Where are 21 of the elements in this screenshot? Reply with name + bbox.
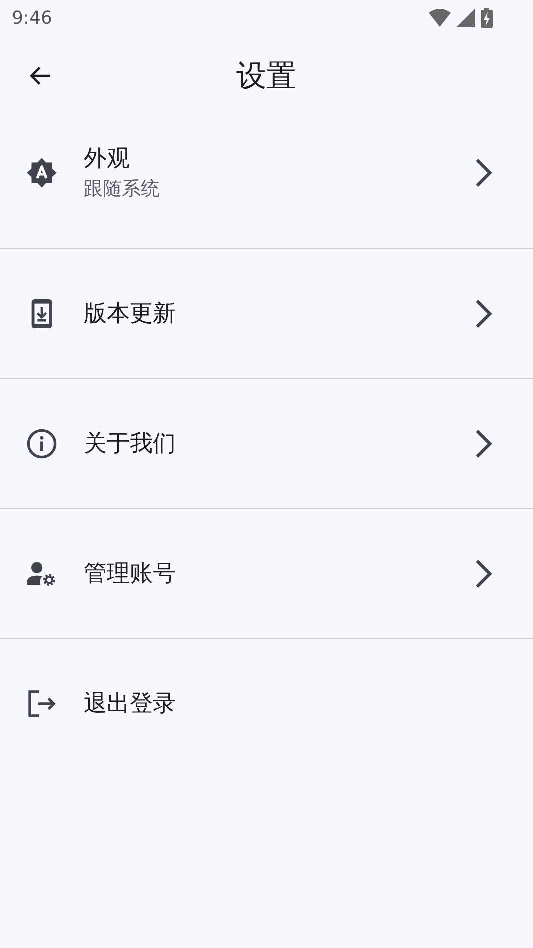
page-title: 设置	[236, 58, 296, 96]
user-gear-icon	[26, 560, 58, 588]
signal-icon	[457, 9, 475, 27]
logout-icon	[26, 689, 58, 719]
phone-download-icon	[30, 298, 54, 330]
settings-item[interactable]: 管理账号	[0, 509, 533, 639]
item-subtitle: 跟随系统	[84, 177, 161, 202]
settings-item[interactable]: 外观 跟随系统	[0, 116, 533, 249]
auto-brightness-icon	[25, 156, 59, 190]
item-title: 外观	[84, 145, 131, 174]
item-title: 管理账号	[84, 560, 177, 588]
item-title: 关于我们	[84, 430, 177, 458]
info-icon	[26, 428, 58, 460]
item-title: 版本更新	[84, 300, 177, 328]
settings-item[interactable]: 关于我们	[0, 379, 533, 509]
battery-charging-icon	[481, 8, 493, 28]
wifi-icon	[429, 9, 451, 27]
item-title: 退出登录	[84, 690, 177, 719]
settings-item[interactable]: 版本更新	[0, 249, 533, 379]
settings-item[interactable]: 退出登录	[0, 639, 533, 769]
status-time: 9:46	[12, 6, 52, 30]
